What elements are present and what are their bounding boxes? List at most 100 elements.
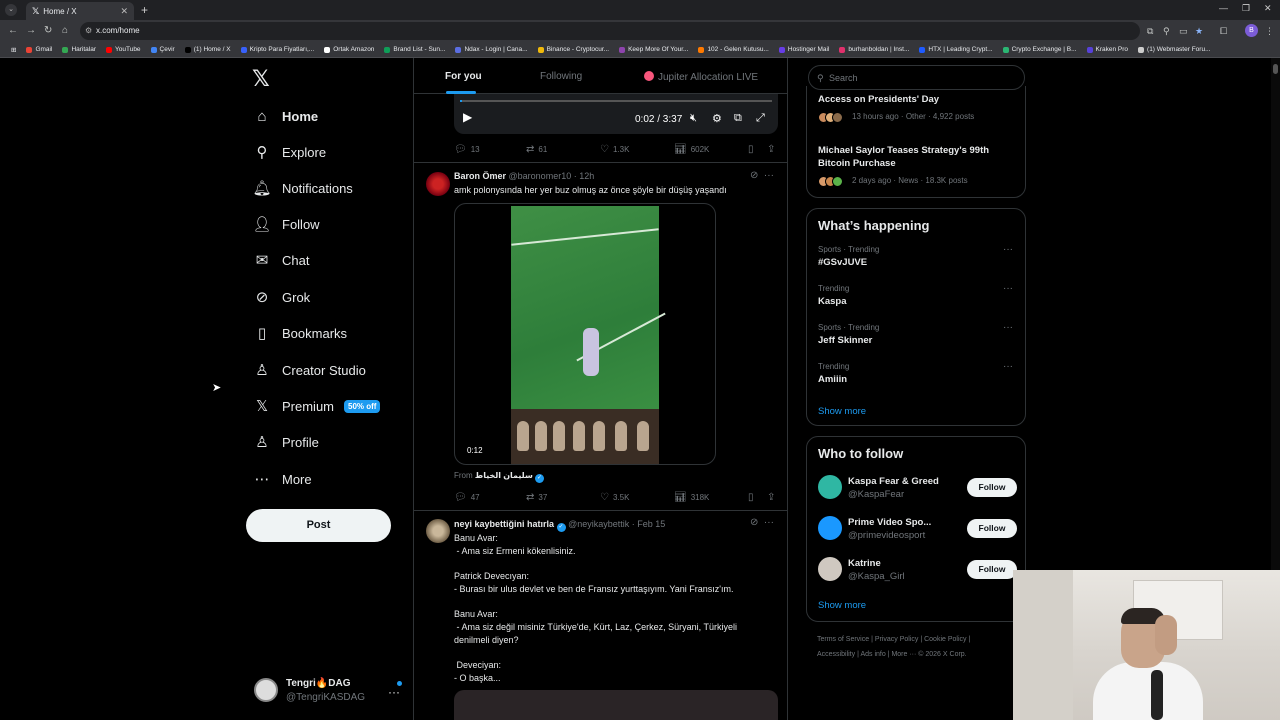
back-icon[interactable]: ←	[8, 25, 18, 36]
more-dots-icon[interactable]: ···	[1003, 244, 1013, 255]
sidebar-item-follow[interactable]: 👤︎ Follow	[252, 212, 319, 236]
url-input[interactable]: x.com/home	[80, 22, 1140, 40]
bookmark-item[interactable]: Haritalar	[57, 46, 101, 53]
trend-name[interactable]: #GSvJUVE	[818, 257, 867, 268]
share-button[interactable]: ⇪	[767, 492, 779, 503]
reply-button[interactable]: 💬︎ 13	[454, 144, 480, 155]
news-title[interactable]: Michael Saylor Teases Strategy's 99th Bi…	[818, 145, 1018, 170]
bookmark-item[interactable]: 102 - Gelen Kutusu...	[693, 46, 773, 53]
new-tab-button[interactable]: +	[141, 3, 148, 17]
bookmark-item[interactable]: burhanboldan | Inst...	[834, 46, 914, 53]
source-name[interactable]: سليمان الخياط	[475, 471, 533, 480]
profile-avatar[interactable]: B	[1245, 24, 1258, 37]
share-button[interactable]: ⇪	[767, 144, 779, 155]
suggested-account-handle[interactable]: @KaspaFear	[848, 489, 904, 500]
bookmark-item[interactable]: Brand List - Sun...	[379, 46, 450, 53]
sidebar-item-more[interactable]: ⋯ More	[254, 467, 312, 491]
suggested-account-handle[interactable]: @primevideosport	[848, 530, 925, 541]
bookmark-item[interactable]: YouTube	[101, 46, 146, 53]
trend-name[interactable]: Jeff Skinner	[818, 335, 872, 346]
site-info-icon[interactable]: ⚙	[85, 26, 92, 35]
pip-icon[interactable]: ⧉	[734, 112, 742, 125]
suggested-account-name[interactable]: Prime Video Spo...	[848, 517, 931, 528]
sidebar-item-profile[interactable]: ♙ Profile	[254, 430, 319, 454]
tweet-video[interactable]: 0:12	[454, 203, 716, 465]
avatar[interactable]	[818, 475, 842, 499]
tab-close-icon[interactable]: ✕	[120, 6, 128, 17]
bookmark-item[interactable]: Hostinger Mail	[774, 46, 835, 53]
news-title[interactable]: Access on Presidents' Day	[818, 94, 1018, 107]
minimize-icon[interactable]: —	[1219, 3, 1228, 13]
tweet-handle[interactable]: @neyikaybettik · Feb 15	[568, 519, 665, 529]
mute-icon[interactable]: 🔇︎	[690, 112, 697, 125]
tab-search-button[interactable]: ⌄	[5, 4, 17, 16]
bookmark-item[interactable]: (1) Webmaster Foru...	[1133, 46, 1215, 53]
more-dots-icon[interactable]: ···	[388, 685, 400, 699]
suggested-account-name[interactable]: Katrine	[848, 558, 881, 569]
apps-icon[interactable]: ⊞	[6, 46, 21, 54]
sidebar-item-explore[interactable]: ⚲ Explore	[254, 140, 327, 164]
sidebar-item-notifications[interactable]: 🔔︎ Notifications	[252, 176, 352, 200]
more-dots-icon[interactable]: ···	[1003, 322, 1013, 333]
cast-icon[interactable]: ▭	[1179, 26, 1188, 37]
bookmark-item[interactable]: Crypto Exchange | B...	[998, 46, 1082, 53]
home-browser-icon[interactable]: ⌂	[62, 25, 68, 36]
tab-jupiter[interactable]: Jupiter Allocation LIVE	[644, 71, 758, 83]
bookmark-item[interactable]: Kripto Para Fiyatları,...	[236, 46, 320, 53]
x-logo-icon[interactable]: 𝕏	[252, 66, 270, 92]
sidebar-item-bookmarks[interactable]: ▯ Bookmarks	[254, 321, 347, 345]
zoom-icon[interactable]: ⚲	[1163, 26, 1170, 37]
bookmark-item[interactable]: Binance - Cryptocur...	[533, 46, 615, 53]
bookmark-item[interactable]: Keep More Of Your...	[614, 46, 693, 53]
sidebar-item-premium[interactable]: 𝕏 Premium 50% off	[254, 394, 381, 418]
more-dots-icon[interactable]: ···	[1003, 283, 1013, 294]
follow-button[interactable]: Follow	[967, 560, 1017, 579]
star-icon[interactable]: ★	[1195, 26, 1203, 37]
grok-icon[interactable]: ⊘ ···	[750, 170, 774, 181]
suggested-account-name[interactable]: Kaspa Fear & Greed	[848, 476, 939, 487]
follow-button[interactable]: Follow	[967, 519, 1017, 538]
menu-icon[interactable]: ⋮	[1265, 26, 1274, 37]
fullscreen-icon[interactable]: ⤢	[756, 112, 765, 125]
views-button[interactable]: 📊︎ 318K	[674, 492, 709, 503]
reply-button[interactable]: 💬︎ 47	[454, 492, 480, 503]
bookmark-item[interactable]: HTX | Leading Crypt...	[914, 46, 997, 53]
like-button[interactable]: ♡ 1.3K	[600, 144, 629, 155]
extensions-icon[interactable]: ⧠	[1220, 26, 1227, 37]
views-button[interactable]: 📊︎ 602K	[674, 144, 709, 155]
repost-button[interactable]: ⇄ 61	[526, 144, 547, 155]
account-switcher[interactable]: Tengri🔥DAG @TengriKASDAG ···	[254, 675, 404, 709]
footer-links[interactable]: Accessibility | Ads info | More ··· © 20…	[817, 651, 967, 658]
tab-for-you[interactable]: For you	[445, 71, 482, 82]
avatar[interactable]	[818, 516, 842, 540]
bookmark-button[interactable]: ▯	[748, 492, 758, 503]
forward-icon[interactable]: →	[26, 25, 36, 36]
translate-icon[interactable]: ⧉	[1147, 26, 1153, 37]
trend-name[interactable]: Amiiin	[818, 374, 847, 385]
bookmark-item[interactable]: Çevir	[146, 46, 180, 53]
bookmark-item[interactable]: Ndax - Login | Cana...	[450, 46, 532, 53]
bookmark-item[interactable]: Kraken Pro	[1082, 46, 1134, 53]
post-button[interactable]: Post	[246, 509, 391, 542]
suggested-account-handle[interactable]: @Kaspa_Girl	[848, 571, 905, 582]
bookmark-item[interactable]: Ortak Amazon	[319, 46, 379, 53]
bookmark-button[interactable]: ▯	[748, 144, 758, 155]
tweet-author[interactable]: Baron Ömer	[454, 171, 506, 181]
sidebar-item-chat[interactable]: ✉ Chat	[254, 248, 310, 272]
like-button[interactable]: ♡ 3.5K	[600, 492, 629, 503]
close-window-icon[interactable]: ✕	[1264, 3, 1272, 14]
repost-button[interactable]: ⇄ 37	[526, 492, 547, 503]
avatar[interactable]	[818, 557, 842, 581]
tweet-handle[interactable]: @baronomer10 · 12h	[509, 171, 595, 181]
grok-icon[interactable]: ⊘ ···	[750, 517, 774, 528]
sidebar-item-grok[interactable]: ⊘ Grok	[254, 285, 310, 309]
sidebar-item-home[interactable]: ⌂ Home	[254, 104, 318, 128]
video-player[interactable]: ▶ 0:02 / 3:37 🔇︎ ⚙ ⧉ ⤢	[454, 94, 778, 134]
settings-icon[interactable]: ⚙	[712, 112, 722, 125]
show-more-link[interactable]: Show more	[818, 406, 866, 417]
browser-tab[interactable]: 𝕏 Home / X ✕	[26, 2, 134, 20]
avatar[interactable]	[426, 172, 450, 196]
bookmark-item[interactable]: (1) Home / X	[180, 46, 236, 53]
play-icon[interactable]: ▶	[463, 110, 472, 124]
bookmark-item[interactable]: Gmail	[21, 46, 57, 53]
